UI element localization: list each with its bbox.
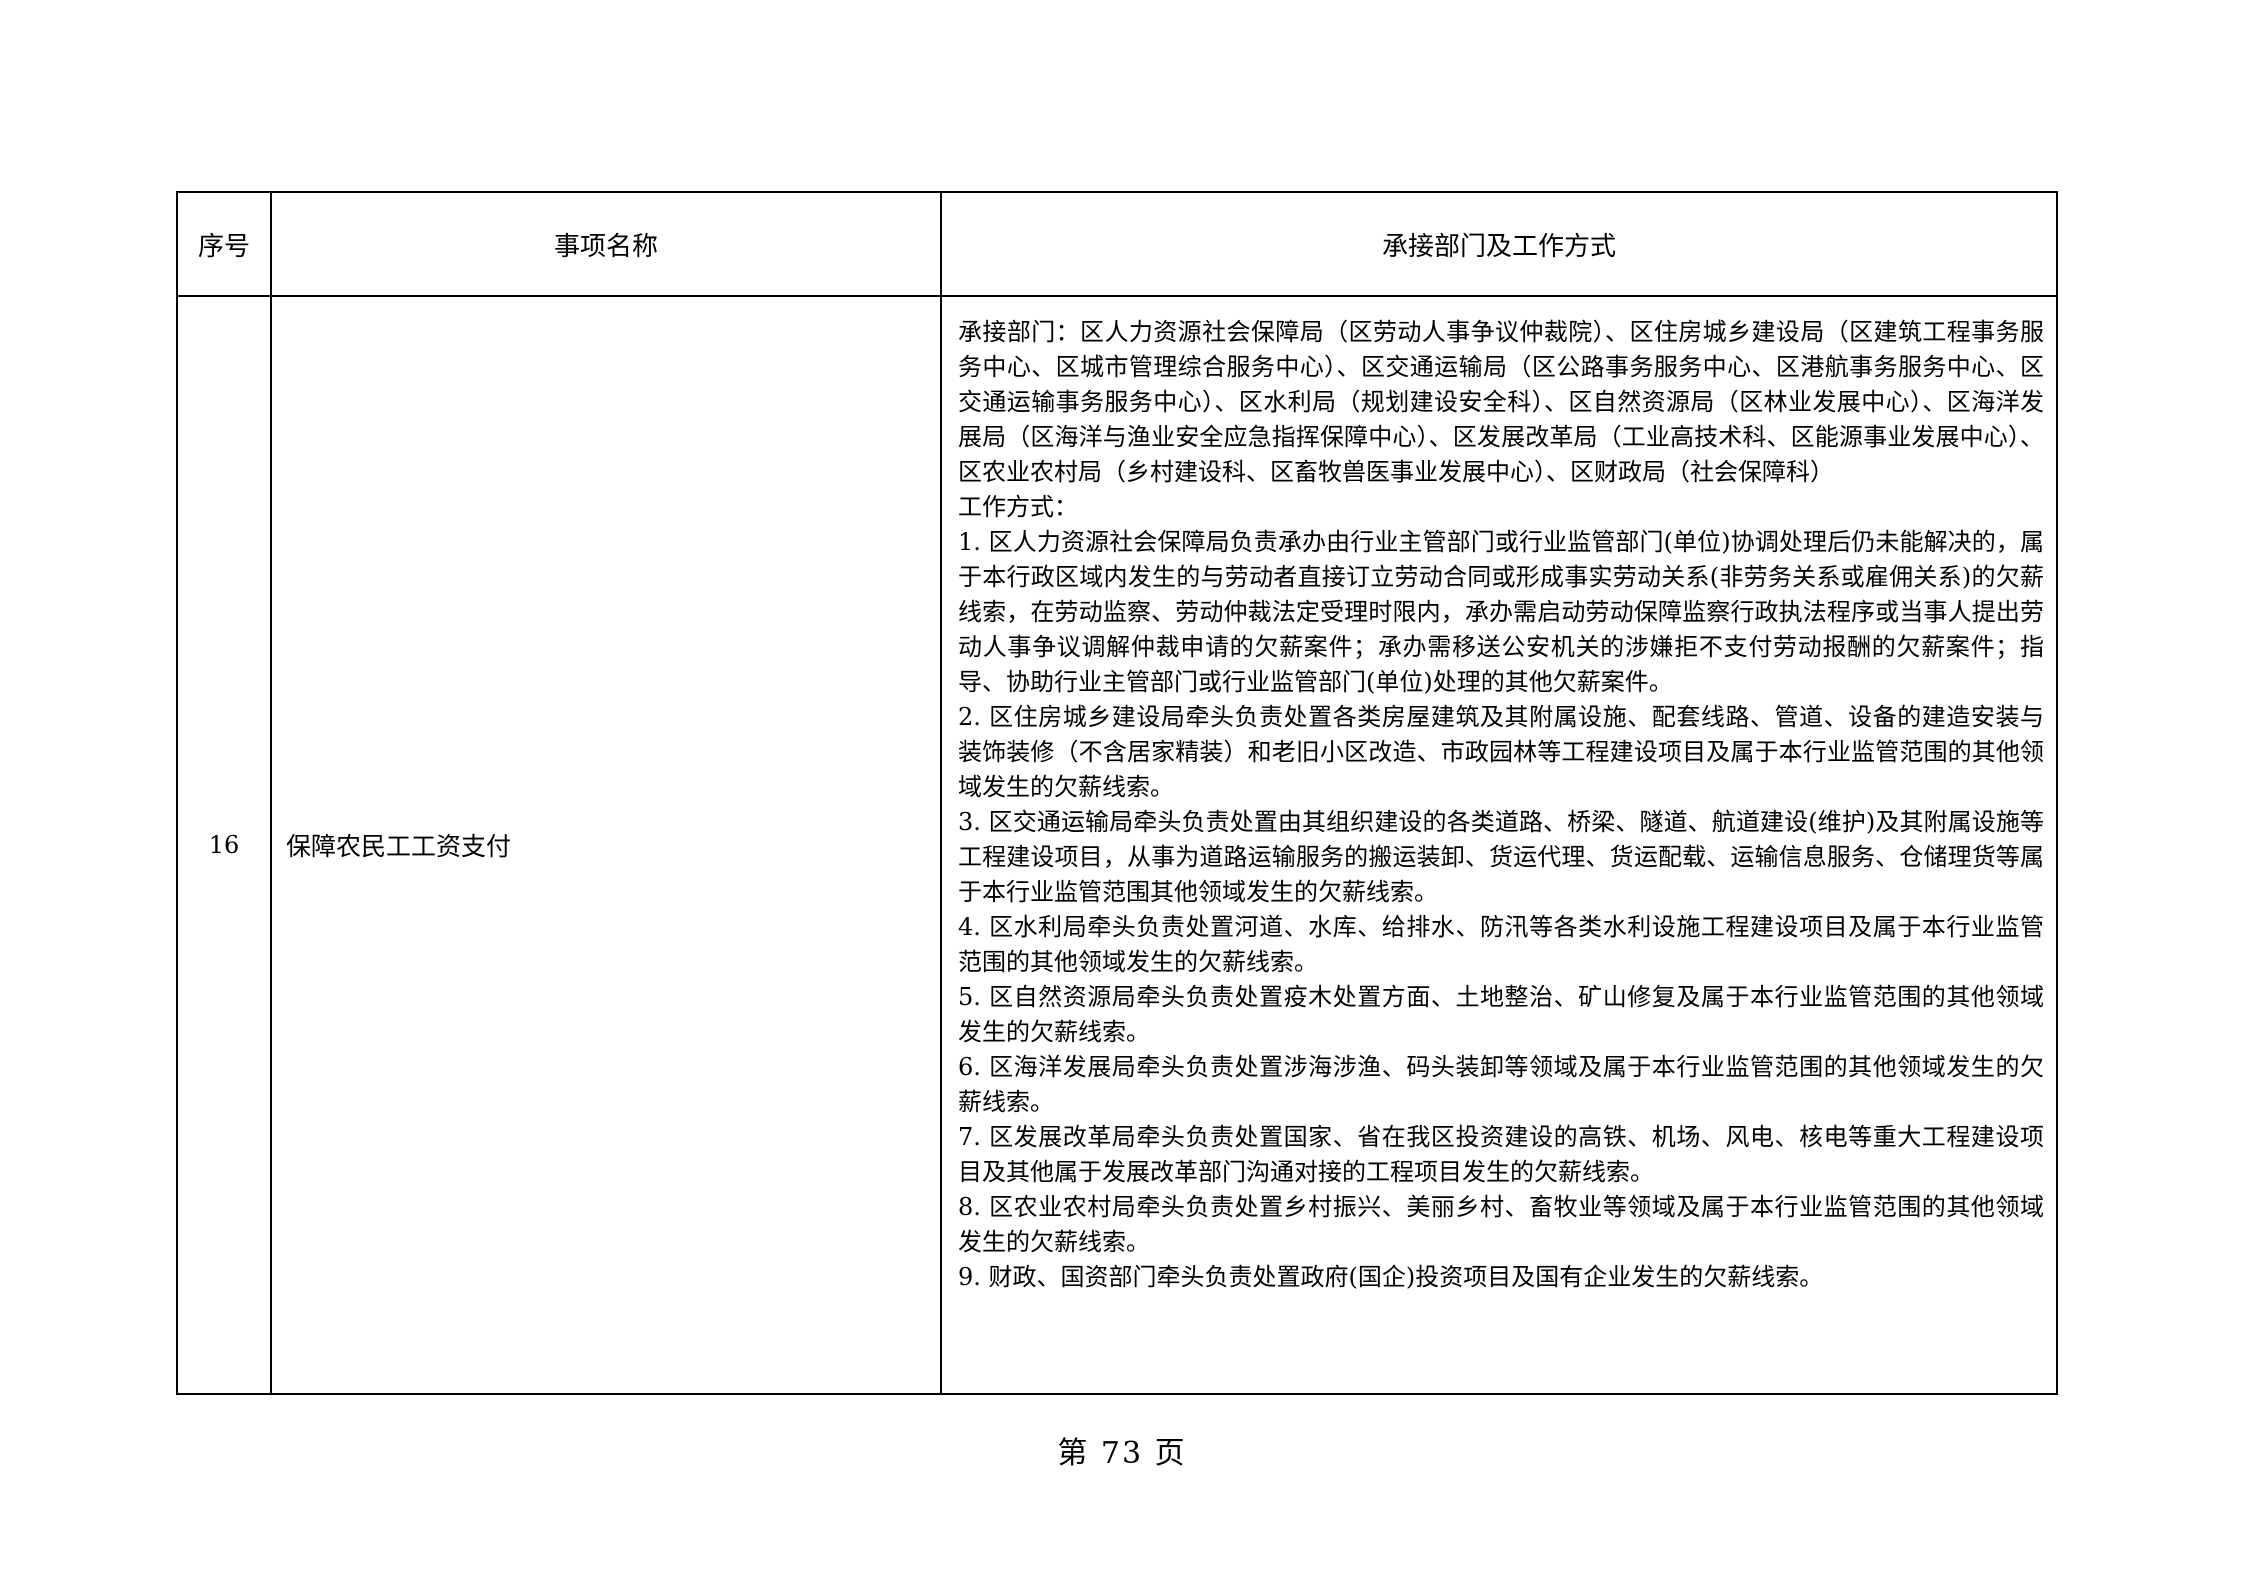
- dept-and-method-cell: 承接部门：区人力资源社会保障局（区劳动人事争议仲裁院）、区住房城乡建设局（区建筑…: [940, 295, 2058, 1395]
- dept-line-item-7: 7. 区发展改革局牵头负责处置国家、省在我区投资建设的高铁、机场、风电、核电等重…: [958, 1123, 2044, 1186]
- dept-line-departments: 承接部门：区人力资源社会保障局（区劳动人事争议仲裁院）、区住房城乡建设局（区建筑…: [958, 318, 2044, 486]
- header-dept: 承接部门及工作方式: [940, 191, 2058, 297]
- dept-line-item-4: 4. 区水利局牵头负责处置河道、水库、给排水、防汛等各类水利设施工程建设项目及属…: [958, 913, 2044, 976]
- dept-line-item-1: 1. 区人力资源社会保障局负责承办由行业主管部门或行业监管部门(单位)协调处理后…: [958, 528, 2044, 696]
- dept-line-item-2: 2. 区住房城乡建设局牵头负责处置各类房屋建筑及其附属设施、配套线路、管道、设备…: [958, 703, 2044, 801]
- matter-name: 保障农民工工资支付: [270, 295, 942, 1395]
- header-name: 事项名称: [270, 191, 942, 297]
- dept-line-item-9: 9. 财政、国资部门牵头负责处置政府(国企)投资项目及国有企业发生的欠薪线索。: [958, 1263, 1824, 1291]
- dept-and-method-text: 承接部门：区人力资源社会保障局（区劳动人事争议仲裁院）、区住房城乡建设局（区建筑…: [958, 315, 2044, 1295]
- dept-line-method-heading: 工作方式：: [958, 493, 1078, 521]
- row-number: 16: [176, 295, 272, 1395]
- table-row: 16 保障农民工工资支付 承接部门：区人力资源社会保障局（区劳动人事争议仲裁院）…: [176, 295, 2058, 1395]
- matters-table: 序号 事项名称 承接部门及工作方式 16 保障农民工工资支付 承接部门：区人力资…: [176, 191, 2058, 1395]
- table-header-row: 序号 事项名称 承接部门及工作方式: [176, 191, 2058, 297]
- page-number: 第 73 页: [1057, 1436, 1187, 1471]
- dept-line-item-8: 8. 区农业农村局牵头负责处置乡村振兴、美丽乡村、畜牧业等领域及属于本行业监管范…: [958, 1193, 2044, 1256]
- dept-line-item-6: 6. 区海洋发展局牵头负责处置涉海涉渔、码头装卸等领域及属于本行业监管范围的其他…: [958, 1053, 2044, 1116]
- header-no: 序号: [176, 191, 272, 297]
- dept-line-item-5: 5. 区自然资源局牵头负责处置疫木处置方面、土地整治、矿山修复及属于本行业监管范…: [958, 983, 2044, 1046]
- dept-line-item-3: 3. 区交通运输局牵头负责处置由其组织建设的各类道路、桥梁、隧道、航道建设(维护…: [958, 808, 2044, 906]
